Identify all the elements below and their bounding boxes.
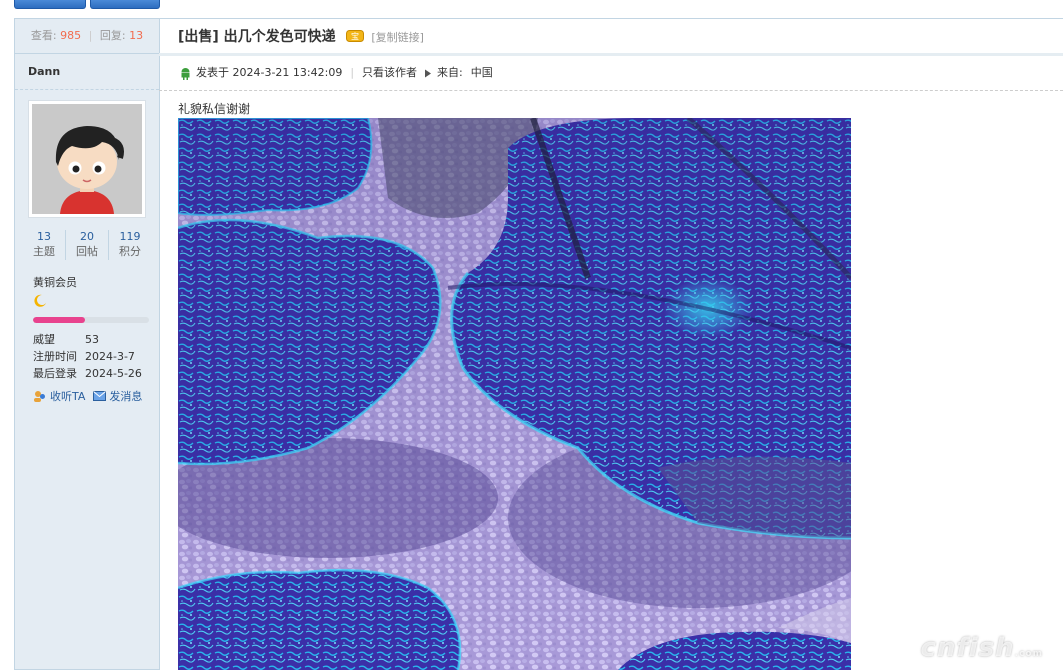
info-value: 2024-5-26	[85, 367, 142, 380]
site-watermark: cnfish.com	[920, 633, 1043, 663]
author-actions: 收听TA 发消息	[33, 388, 159, 404]
svg-text:宝: 宝	[351, 31, 359, 41]
moon-icon	[33, 294, 159, 311]
thread-title-bar: [出售] 出几个发色可快递 宝 [复制链接]	[159, 19, 1063, 53]
follow-icon	[34, 390, 45, 402]
author-counts: 13 主题 20 回帖 119 积分	[23, 230, 151, 260]
post-meta: 发表于 2024-3-21 13:42:09 | 只看该作者 来自: 中国	[159, 56, 1063, 91]
post-main: [出售] 出几个发色可快递 宝 [复制链接] 发表于 2024-3-21 13:…	[159, 18, 1063, 670]
info-key: 最后登录	[33, 367, 77, 380]
avatar[interactable]	[28, 100, 146, 218]
info-value: 53	[85, 333, 99, 346]
android-icon	[181, 67, 190, 80]
replies-count: 13	[129, 29, 144, 42]
views-count: 985	[60, 29, 82, 42]
only-author-link[interactable]: 只看该作者	[362, 56, 417, 90]
rank-progress-bar	[33, 317, 149, 323]
copy-link-button[interactable]: [复制链接]	[371, 31, 424, 44]
info-key: 注册时间	[33, 350, 77, 363]
follow-link[interactable]: 收听TA	[33, 388, 85, 404]
author-sidebar: 查看: 985 | 回复: 13 Dann 13 主题 20 回帖 119 积分…	[14, 18, 160, 670]
post-photo[interactable]	[178, 118, 851, 670]
author-info: 威望 53 注册时间 2024-3-7 最后登录 2024-5-26	[33, 331, 159, 382]
from-value: 中国	[470, 66, 493, 79]
stats-separator: |	[88, 29, 93, 42]
count-points[interactable]: 119 积分	[109, 230, 151, 260]
avatar-image	[32, 104, 142, 214]
meta-separator: |	[350, 66, 355, 79]
thread-stats: 查看: 985 | 回复: 13	[15, 19, 159, 54]
author-name[interactable]: Dann	[15, 55, 159, 90]
thread-title: [出售] 出几个发色可快递	[178, 29, 336, 45]
member-rank[interactable]: 黄铜会员	[33, 274, 159, 290]
replies-label: 回复:	[99, 29, 126, 42]
clams-photo	[178, 118, 851, 670]
count-replies[interactable]: 20 回帖	[66, 230, 109, 260]
mail-icon	[93, 391, 107, 401]
new-post-button[interactable]	[14, 0, 86, 9]
send-message-link[interactable]: 发消息	[93, 388, 142, 404]
reply-button[interactable]	[90, 0, 160, 9]
info-value: 2024-3-7	[85, 350, 135, 363]
rank-progress-fill	[33, 317, 86, 323]
triangle-right-icon	[425, 69, 432, 77]
post-timestamp: 发表于 2024-3-21 13:42:09	[196, 66, 343, 79]
post-text: 礼貌私信谢谢	[178, 102, 251, 116]
treasure-badge-icon: 宝	[345, 20, 364, 56]
count-threads[interactable]: 13 主题	[23, 230, 66, 260]
info-key: 威望	[33, 333, 55, 346]
from-label: 来自:	[437, 66, 463, 79]
views-label: 查看:	[30, 29, 57, 42]
